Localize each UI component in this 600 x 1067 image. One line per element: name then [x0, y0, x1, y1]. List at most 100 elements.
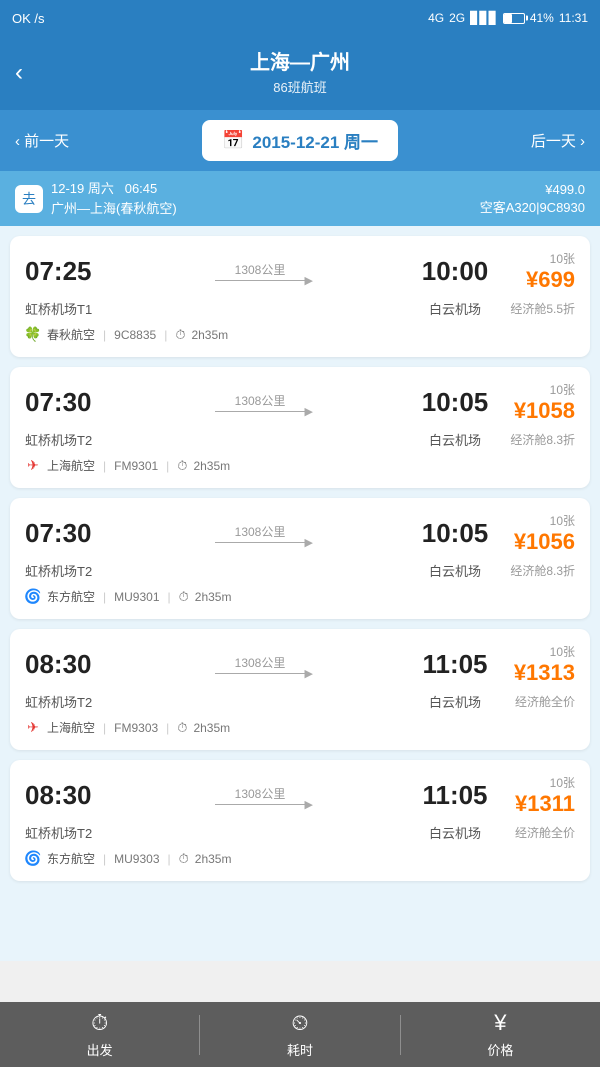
flight-dep-time: 08:30: [25, 780, 105, 811]
clock-icon: ⏱: [179, 851, 189, 867]
flight-arrow: [105, 673, 415, 674]
flight-arrow: [105, 280, 415, 281]
flight-distance: 1308公里: [105, 261, 415, 278]
header: ‹ 上海—广州 86班航班: [0, 36, 600, 110]
flight-duration: 2h35m: [193, 721, 230, 735]
flight-card[interactable]: 08:30 1308公里 11:05 10张 ¥1313 虹桥机场T2 白云机场…: [10, 629, 590, 750]
flight-dep-time: 08:30: [25, 649, 105, 680]
flight-arrow: [105, 411, 415, 412]
page-title: 上海—广州: [50, 46, 550, 75]
flight-discount: 经济舱5.5折: [495, 300, 575, 317]
flight-card[interactable]: 07:30 1308公里 10:05 10张 ¥1058 虹桥机场T2 白云机场…: [10, 367, 590, 488]
flight-number: 9C8835: [114, 328, 156, 342]
flight-price: ¥1058: [495, 398, 575, 424]
flights-list: 07:25 1308公里 10:00 10张 ¥699 虹桥机场T1 白云机场 …: [0, 226, 600, 961]
flight-row-bottom: 🍀 春秋航空 | 9C8835 | ⏱ 2h35m: [25, 326, 575, 343]
arrow-line: [215, 673, 305, 674]
flight-price: ¥1313: [495, 660, 575, 686]
flight-dep-airport: 虹桥机场T1: [25, 299, 105, 318]
flight-center-top: 1308公里: [105, 261, 415, 283]
flight-tickets: 10张: [495, 643, 575, 660]
date-label: 2015-12-21 周一: [252, 128, 378, 153]
flight-row-top: 07:30 1308公里 10:05 10张 ¥1058: [25, 381, 575, 424]
next-day-button[interactable]: 后一天 ›: [531, 130, 585, 151]
flight-row-middle: 虹桥机场T2 白云机场 经济舱8.3折: [25, 430, 575, 449]
flight-price: ¥1311: [495, 791, 575, 817]
flight-arr-airport: 白云机场: [415, 692, 495, 711]
airline-logo: ✈: [25, 458, 41, 474]
flight-price-area: 10张 ¥1058: [495, 381, 575, 424]
flight-row-top: 07:25 1308公里 10:00 10张 ¥699: [25, 250, 575, 293]
depart-sort-label: 出发: [87, 1040, 113, 1059]
battery-percent: 41%: [530, 11, 554, 25]
calendar-icon: 📅: [222, 130, 244, 151]
flight-discount: 经济舱8.3折: [495, 562, 575, 579]
flight-price-area: 10张 ¥1056: [495, 512, 575, 555]
divider-1: |: [103, 459, 106, 473]
flight-arr-time: 10:00: [415, 256, 495, 287]
flight-price-area: 10张 ¥1311: [495, 774, 575, 817]
flight-distance: 1308公里: [105, 523, 415, 540]
flight-distance: 1308公里: [105, 392, 415, 409]
flight-tickets: 10张: [495, 250, 575, 267]
airline-name: 春秋航空: [47, 326, 95, 343]
flight-row-middle: 虹桥机场T2 白云机场 经济舱全价: [25, 823, 575, 842]
flight-dep-airport: 虹桥机场T2: [25, 692, 105, 711]
flight-center-top: 1308公里: [105, 654, 415, 676]
divider-1: |: [103, 721, 106, 735]
selected-flight-info: 12-19 周六 06:45 广州—上海(春秋航空): [51, 179, 177, 218]
prev-day-button[interactable]: ‹ 前一天: [15, 130, 69, 151]
flight-arrow: [105, 804, 415, 805]
status-bar: OK /s 4G 2G ▊▊▊ 41% 11:31: [0, 0, 600, 36]
status-left: OK /s: [12, 11, 45, 26]
bottom-nav-price[interactable]: ¥ 价格: [401, 1002, 600, 1067]
signal-4g: 4G: [428, 11, 444, 25]
flight-row-top: 07:30 1308公里 10:05 10张 ¥1056: [25, 512, 575, 555]
flight-number: FM9303: [114, 721, 158, 735]
flight-arr-time: 10:05: [415, 387, 495, 418]
selected-flight-right: ¥499.0 空客A320|9C8930: [480, 182, 585, 216]
flight-center-top: 1308公里: [105, 392, 415, 414]
flight-row-top: 08:30 1308公里 11:05 10张 ¥1313: [25, 643, 575, 686]
flight-center-top: 1308公里: [105, 523, 415, 545]
flight-card[interactable]: 07:25 1308公里 10:00 10张 ¥699 虹桥机场T1 白云机场 …: [10, 236, 590, 357]
flight-row-bottom: 🌀 东方航空 | MU9301 | ⏱ 2h35m: [25, 588, 575, 605]
airline-name: 上海航空: [47, 719, 95, 736]
airline-logo: 🌀: [25, 851, 41, 867]
divider-1: |: [103, 852, 106, 866]
price-sort-icon: ¥: [494, 1010, 506, 1036]
flight-card[interactable]: 07:30 1308公里 10:05 10张 ¥1056 虹桥机场T2 白云机场…: [10, 498, 590, 619]
flight-distance: 1308公里: [105, 785, 415, 802]
flight-duration: 2h35m: [195, 590, 232, 604]
bottom-nav-depart[interactable]: ⏱ 出发: [0, 1002, 199, 1067]
flight-duration: 2h35m: [193, 459, 230, 473]
flight-discount: 经济舱全价: [495, 824, 575, 841]
flight-arrow: [105, 542, 415, 543]
flight-discount: 经济舱8.3折: [495, 431, 575, 448]
flight-dep-airport: 虹桥机场T2: [25, 430, 105, 449]
current-date[interactable]: 📅 2015-12-21 周一: [202, 120, 398, 161]
selected-flight-banner: 去 12-19 周六 06:45 广州—上海(春秋航空) ¥499.0 空客A3…: [0, 171, 600, 226]
back-button[interactable]: ‹: [15, 59, 23, 87]
selected-flight-plane: 空客A320|9C8930: [480, 197, 585, 216]
flight-price: ¥1056: [495, 529, 575, 555]
divider-2: |: [168, 852, 171, 866]
flight-center-top: 1308公里: [105, 785, 415, 807]
price-sort-label: 价格: [487, 1040, 513, 1059]
divider-2: |: [166, 459, 169, 473]
airline-name: 上海航空: [47, 457, 95, 474]
arrow-line: [215, 804, 305, 805]
flight-arr-time: 11:05: [415, 649, 495, 680]
flight-card[interactable]: 08:30 1308公里 11:05 10张 ¥1311 虹桥机场T2 白云机场…: [10, 760, 590, 881]
flight-row-top: 08:30 1308公里 11:05 10张 ¥1311: [25, 774, 575, 817]
bottom-nav: ⏱ 出发 ⏲ 耗时 ¥ 价格: [0, 1002, 600, 1067]
flight-arr-airport: 白云机场: [415, 823, 495, 842]
flight-tickets: 10张: [495, 774, 575, 791]
bottom-nav-duration[interactable]: ⏲ 耗时: [200, 1002, 399, 1067]
airline-logo: 🍀: [25, 327, 41, 343]
flight-dep-airport: 虹桥机场T2: [25, 823, 105, 842]
arrow-line: [215, 280, 305, 281]
flight-row-middle: 虹桥机场T2 白云机场 经济舱全价: [25, 692, 575, 711]
flight-row-bottom: ✈ 上海航空 | FM9303 | ⏱ 2h35m: [25, 719, 575, 736]
flight-number: MU9301: [114, 590, 159, 604]
